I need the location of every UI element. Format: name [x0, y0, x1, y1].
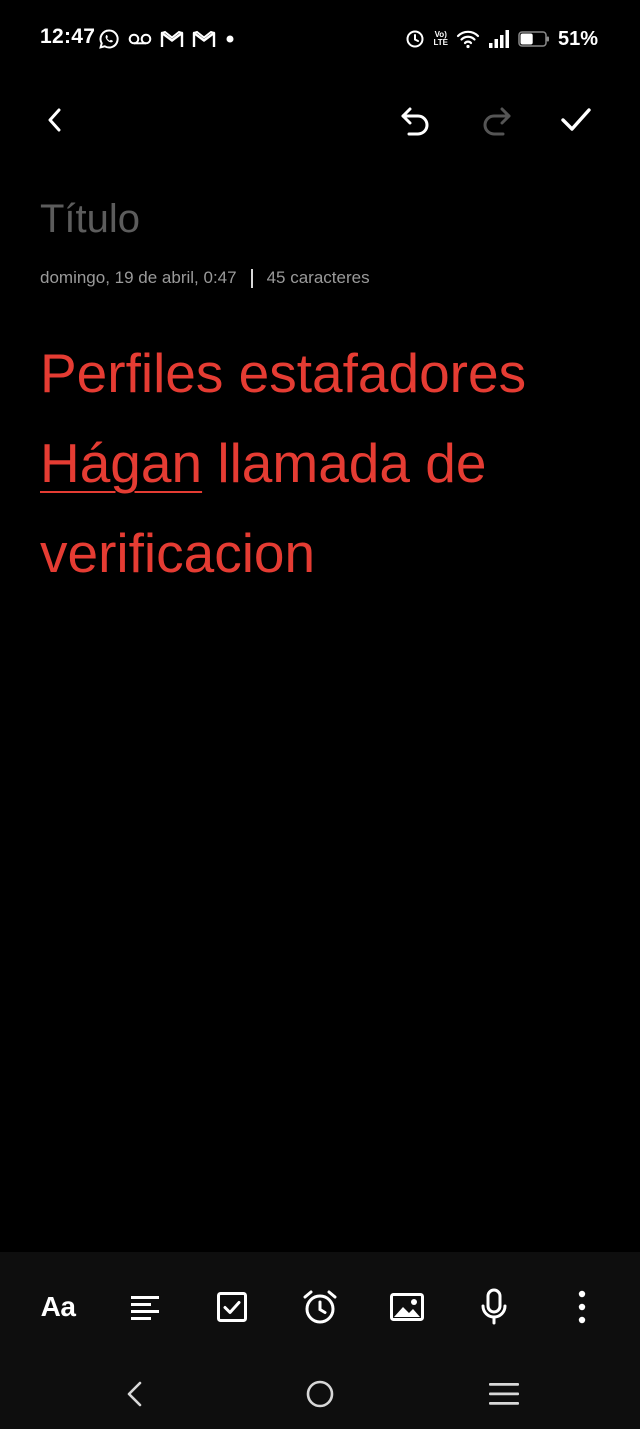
body-text: verificacion [40, 522, 316, 584]
note-char-count: 45 caracteres [266, 268, 370, 287]
chevron-left-icon [48, 108, 61, 132]
voicemail-icon [128, 32, 152, 46]
undo-button[interactable] [394, 98, 438, 142]
note-title-field[interactable]: Título [40, 194, 600, 244]
nav-back-icon [127, 1381, 142, 1407]
back-button[interactable] [33, 98, 77, 142]
dot-icon [224, 33, 236, 45]
system-icons: Vo) LTE 51% [397, 24, 598, 54]
align-left-icon [131, 1296, 159, 1320]
signal-icon [488, 29, 510, 49]
text-style-button[interactable]: Aa [33, 1282, 83, 1332]
notes-editor-screen: 12:47 Vo) LTE 51% Título domingo, 19 de … [0, 0, 640, 1429]
reminder-button[interactable] [295, 1282, 345, 1332]
notification-icons [98, 26, 244, 52]
system-nav-bar [0, 1362, 640, 1429]
nav-home-icon [306, 1380, 334, 1408]
status-time: 12:47 [40, 25, 96, 48]
note-body-line: Hágan llamada de [40, 418, 610, 508]
formatting-bar: Aa [0, 1252, 640, 1362]
volte-icon: Vo) LTE [433, 31, 448, 47]
insert-image-button[interactable] [382, 1282, 432, 1332]
voice-input-button[interactable] [469, 1282, 519, 1332]
note-body-field[interactable]: Perfiles estafadores Hágan llamada de ve… [40, 328, 610, 598]
note-body-line: Perfiles estafadores [40, 328, 610, 418]
gmail-icon [160, 30, 184, 48]
redo-icon [483, 107, 511, 136]
status-bar: 12:47 Vo) LTE 51% [0, 0, 640, 78]
redo-button[interactable] [474, 98, 518, 142]
more-vertical-icon [578, 1290, 586, 1324]
body-text: Perfiles estafadores [40, 342, 527, 404]
battery-icon [518, 30, 550, 48]
undo-icon [401, 107, 429, 136]
image-icon [390, 1293, 424, 1321]
note-body-line: verificacion [40, 508, 610, 598]
nav-recents-button[interactable] [480, 1370, 528, 1418]
note-meta: domingo, 19 de abril, 0:47 45 caracteres [40, 265, 370, 291]
check-icon [561, 108, 591, 131]
alarm-icon [405, 29, 425, 49]
align-button[interactable] [120, 1282, 170, 1332]
body-text: llamada de [202, 432, 487, 494]
checklist-button[interactable] [207, 1282, 257, 1332]
nav-back-button[interactable] [112, 1370, 160, 1418]
wifi-icon [456, 29, 480, 49]
more-options-button[interactable] [557, 1282, 607, 1332]
nav-recents-icon [489, 1383, 519, 1405]
spellcheck-underlined-word[interactable]: Hágan [40, 432, 202, 494]
nav-home-button[interactable] [296, 1370, 344, 1418]
battery-percentage: 51% [557, 27, 598, 50]
gmail-icon [192, 30, 216, 48]
text-style-icon: Aa [40, 1291, 76, 1322]
editor-toolbar [0, 90, 640, 150]
done-button[interactable] [554, 98, 598, 142]
volte-bottom-label: LTE [433, 38, 448, 47]
meta-divider [250, 268, 253, 288]
alarm-clock-icon [303, 1290, 337, 1324]
checkbox-icon [217, 1292, 247, 1322]
whatsapp-icon [98, 28, 120, 50]
microphone-icon [481, 1288, 507, 1325]
note-date: domingo, 19 de abril, 0:47 [40, 268, 237, 287]
